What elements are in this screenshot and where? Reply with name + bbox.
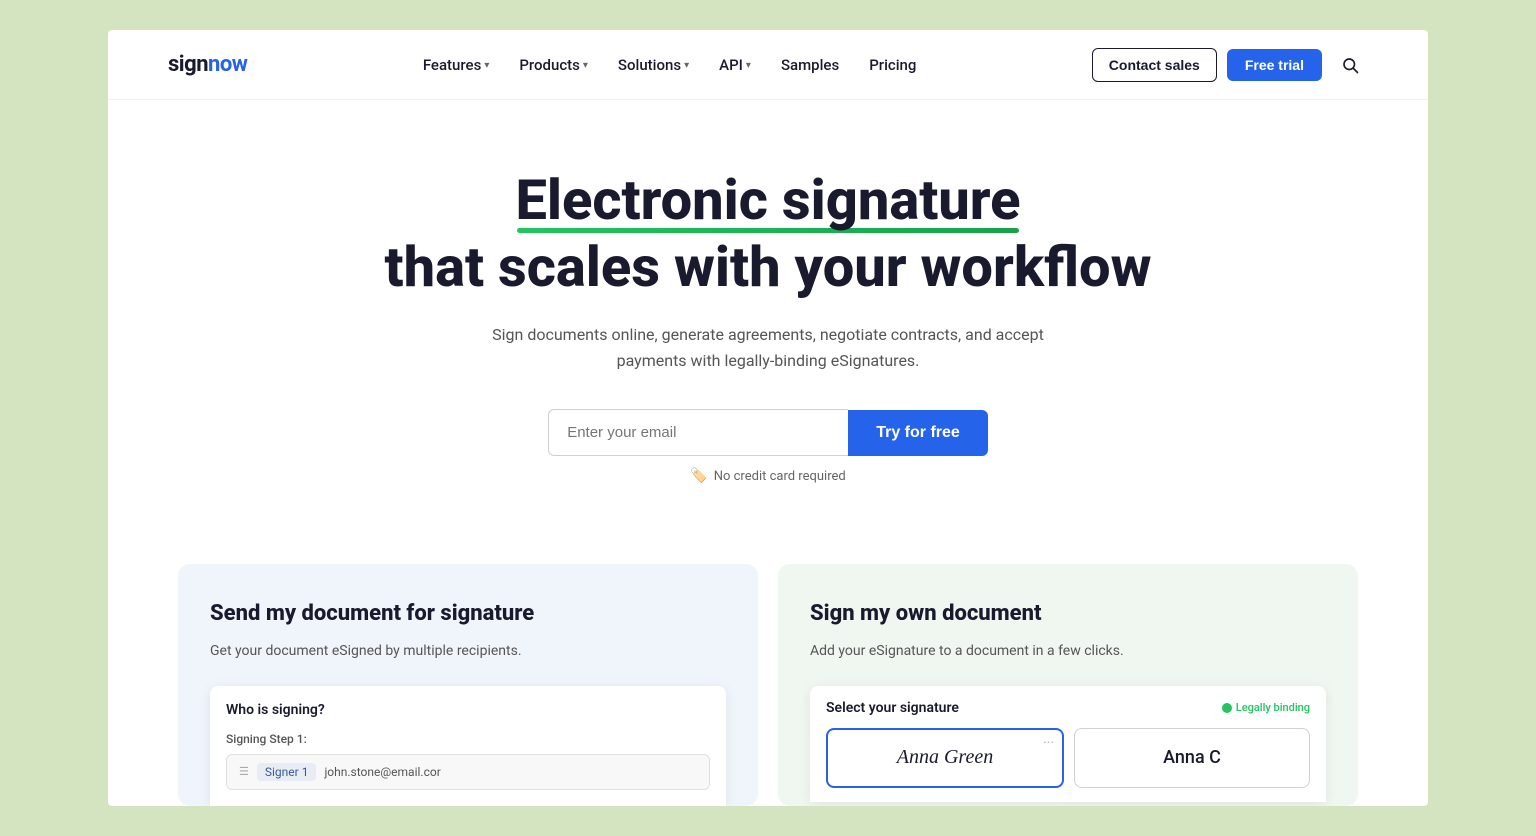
logo[interactable]: signnow (168, 52, 247, 77)
chevron-down-icon: ▾ (746, 60, 751, 71)
feature-card-sign: Sign my own document Add your eSignature… (778, 564, 1358, 806)
page-wrapper: signnow Features ▾ Products ▾ Solutions … (0, 0, 1536, 836)
free-trial-button[interactable]: Free trial (1227, 49, 1322, 81)
sig-header-title: Select your signature (826, 700, 959, 716)
hero-title-line1: Electronic signature (515, 167, 1020, 233)
main-card: signnow Features ▾ Products ▾ Solutions … (108, 30, 1428, 806)
contact-sales-button[interactable]: Contact sales (1092, 48, 1217, 82)
no-credit-card-notice: 🏷️ No credit card required (148, 468, 1388, 484)
hero-title: Electronic signature that scales with yo… (148, 170, 1388, 298)
try-for-free-button[interactable]: Try for free (848, 410, 988, 456)
feature-card-send-title: Send my document for signature (210, 600, 726, 629)
nav-solutions[interactable]: Solutions ▾ (606, 48, 701, 82)
feature-card-sign-desc: Add your eSignature to a document in a f… (810, 641, 1326, 662)
signing-row: ☰ Signer 1 john.stone@email.cor (226, 754, 710, 790)
sig-print-text: Anna C (1163, 747, 1221, 768)
signer-badge: Signer 1 (257, 763, 317, 781)
sig-option-print[interactable]: Anna C (1074, 728, 1310, 788)
signer-email: john.stone@email.cor (324, 765, 440, 779)
no-credit-card-icon: 🏷️ (690, 468, 707, 484)
hero-form: Try for free (148, 409, 1388, 456)
green-dot-icon (1222, 703, 1232, 713)
hero-section: Electronic signature that scales with yo… (108, 100, 1428, 544)
signing-mock-title: Who is signing? (226, 702, 710, 718)
logo-accent: now (208, 52, 247, 77)
feature-card-send-desc: Get your document eSigned by multiple re… (210, 641, 726, 662)
header: signnow Features ▾ Products ▾ Solutions … (108, 30, 1428, 100)
grip-icon: ☰ (239, 765, 249, 778)
feature-card-send: Send my document for signature Get your … (178, 564, 758, 806)
nav-features[interactable]: Features ▾ (411, 48, 502, 82)
signing-step-label: Signing Step 1: (226, 732, 710, 746)
sig-legal-badge: Legally binding (1222, 701, 1310, 714)
feature-card-sign-title: Sign my own document (810, 600, 1326, 629)
no-credit-card-text: No credit card required (714, 469, 846, 484)
chevron-down-icon: ▾ (583, 60, 588, 71)
nav-api[interactable]: API ▾ (707, 48, 763, 82)
chevron-down-icon: ▾ (484, 60, 489, 71)
signing-mock: Who is signing? Signing Step 1: ☰ Signer… (210, 686, 726, 806)
sig-options: ··· Anna Green Anna C (826, 728, 1310, 788)
email-input[interactable] (548, 409, 848, 456)
nav-pricing[interactable]: Pricing (857, 48, 928, 82)
header-actions: Contact sales Free trial (1092, 47, 1368, 83)
sig-header: Select your signature Legally binding (826, 700, 1310, 716)
nav-products[interactable]: Products ▾ (507, 48, 600, 82)
chevron-down-icon: ▾ (684, 60, 689, 71)
hero-title-line2: that scales with your workflow (148, 237, 1388, 299)
more-options-icon: ··· (1043, 735, 1054, 751)
signature-select-mock: Select your signature Legally binding ··… (810, 686, 1326, 802)
sig-cursive-text: Anna Green (897, 746, 993, 769)
nav-samples[interactable]: Samples (769, 48, 851, 82)
sig-option-cursive[interactable]: ··· Anna Green (826, 728, 1064, 788)
search-icon[interactable] (1332, 47, 1368, 83)
feature-cards-section: Send my document for signature Get your … (108, 564, 1428, 806)
nav: Features ▾ Products ▾ Solutions ▾ API ▾ … (411, 48, 929, 82)
hero-subtitle: Sign documents online, generate agreemen… (488, 322, 1048, 373)
